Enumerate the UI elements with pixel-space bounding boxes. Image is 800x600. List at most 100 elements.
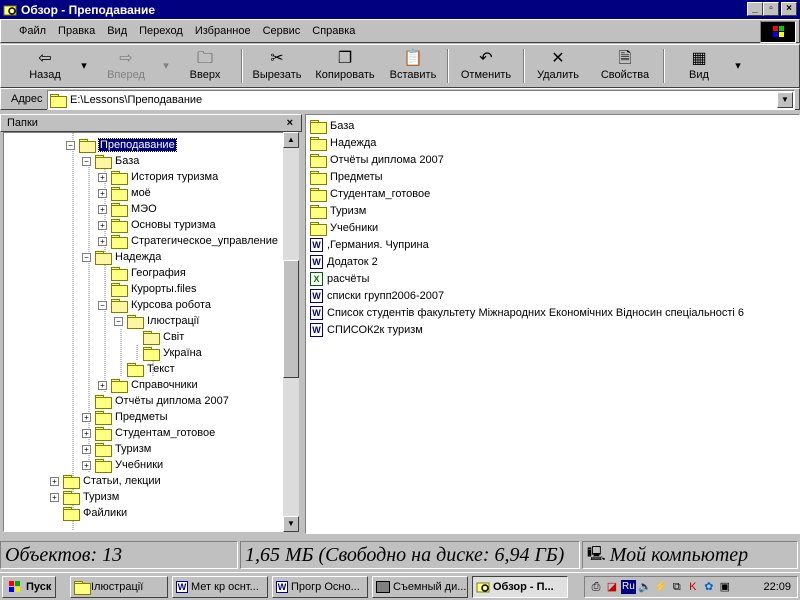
collapse-icon[interactable]: − <box>114 316 123 326</box>
menu-tools[interactable]: Сервис <box>257 25 307 37</box>
tree-node[interactable]: + Туризм <box>82 441 151 457</box>
taskbar-item-word-1[interactable]: W Мет кр оснт... <box>172 576 268 598</box>
expand-icon[interactable]: + <box>98 204 107 214</box>
undo-button[interactable]: ↶ Отменить <box>455 49 517 85</box>
clock[interactable]: 22:09 <box>763 581 791 593</box>
tree-node[interactable]: + Учебники <box>82 457 163 473</box>
title-bar[interactable]: Обзор - Преподавание _ ▫ × <box>0 0 800 19</box>
file-item[interactable]: База <box>310 117 354 134</box>
tree-node[interactable]: + Справочники <box>98 377 198 393</box>
file-list[interactable]: База Надежда Отчёты диплома 2007 Предметы Ст… <box>305 114 800 534</box>
tree-node[interactable]: + Предметы <box>82 409 168 425</box>
view-button[interactable]: ▦ Вид <box>677 49 721 85</box>
tree-node[interactable]: Отчёты диплома 2007 <box>82 393 229 409</box>
menu-edit[interactable]: Правка <box>52 25 101 37</box>
tree-node[interactable]: + История туризма <box>98 169 218 185</box>
file-item[interactable]: Предметы <box>310 168 383 185</box>
expand-icon[interactable]: + <box>50 492 59 502</box>
minimize-button[interactable]: _ <box>747 2 763 16</box>
expand-icon[interactable]: + <box>82 412 91 422</box>
network-icon[interactable]: ⧉ <box>670 580 684 594</box>
close-button[interactable]: × <box>781 2 797 16</box>
tree-node[interactable]: География <box>98 265 186 281</box>
scroll-up-button[interactable]: ▲ <box>283 132 299 148</box>
display-icon[interactable]: ▣ <box>718 580 732 594</box>
collapse-icon[interactable]: − <box>82 252 91 262</box>
file-item[interactable]: Учебники <box>310 219 378 236</box>
tree-node[interactable]: − Курсова робота <box>98 297 211 313</box>
folder-tree[interactable]: − Преподавание − База + История туризма + моё + М… <box>3 132 299 532</box>
collapse-icon[interactable]: − <box>98 300 107 310</box>
address-dropdown-button[interactable]: ▼ <box>777 92 793 108</box>
menu-help[interactable]: Справка <box>306 25 361 37</box>
tree-vertical-scrollbar[interactable]: ▲ ▼ <box>283 132 299 532</box>
menu-file[interactable]: Файл <box>13 25 52 37</box>
file-item[interactable]: W Список студентів факультету Міжнародних… <box>310 304 744 321</box>
tree-node[interactable]: + моё <box>98 185 151 201</box>
back-button[interactable]: ⇦ Назад <box>23 49 67 85</box>
copy-button[interactable]: ❐ Копировать <box>311 49 379 85</box>
tree-node[interactable]: − Преподавание <box>66 137 177 153</box>
scroll-down-button[interactable]: ▼ <box>283 516 299 532</box>
expand-icon[interactable]: + <box>98 236 107 246</box>
tree-node[interactable]: Текст <box>114 361 175 377</box>
file-item[interactable]: Студентам_готовое <box>310 185 430 202</box>
tree-node[interactable]: + Основы туризма <box>98 217 216 233</box>
taskbar-item-illustrations[interactable]: Ілюстрації <box>70 576 168 598</box>
tree-node[interactable]: + Стратегическое_управление <box>98 233 278 249</box>
printer-icon[interactable]: ⎙ <box>589 580 603 594</box>
collapse-icon[interactable]: − <box>66 140 75 150</box>
menu-favorites[interactable]: Избранное <box>189 25 257 37</box>
folders-close-button[interactable]: × <box>287 117 293 129</box>
properties-button[interactable]: 🗎 Свойства <box>595 49 655 85</box>
menu-go[interactable]: Переход <box>133 25 189 37</box>
tree-node[interactable]: Файлики <box>50 505 127 521</box>
cut-button[interactable]: ✂ Вырезать <box>249 49 305 85</box>
menu-view[interactable]: Вид <box>101 25 133 37</box>
file-item[interactable]: Отчёты диплома 2007 <box>310 151 444 168</box>
file-item[interactable]: Надежда <box>310 134 376 151</box>
volume-icon[interactable]: 🔈 <box>638 580 652 594</box>
expand-icon[interactable]: + <box>50 476 59 486</box>
file-item[interactable]: Туризм <box>310 202 366 219</box>
expand-icon[interactable]: + <box>82 444 91 454</box>
language-indicator[interactable]: Ru <box>621 580 636 594</box>
expand-icon[interactable]: + <box>82 428 91 438</box>
scroll-thumb[interactable] <box>283 260 299 378</box>
tree-node[interactable]: − Надежда <box>82 249 161 265</box>
taskbar-item-removable-disk[interactable]: Съемный ди... <box>372 576 468 598</box>
file-item[interactable]: W СПИСОК2к туризм <box>310 321 423 338</box>
taskbar-item-word-2[interactable]: W Прогр Осно... <box>272 576 368 598</box>
kaspersky-icon[interactable]: K <box>686 580 700 594</box>
scheduler-icon[interactable]: ⚡ <box>654 580 668 594</box>
expand-icon[interactable]: + <box>98 380 107 390</box>
messenger-icon[interactable]: ✿ <box>702 580 716 594</box>
collapse-icon[interactable]: − <box>82 156 91 166</box>
file-item[interactable]: W ,Германия. Чуприна <box>310 236 429 253</box>
tree-node[interactable]: + Студентам_готовое <box>82 425 215 441</box>
tree-node[interactable]: − Ілюстрації <box>114 313 199 329</box>
expand-icon[interactable]: + <box>98 220 107 230</box>
tree-node[interactable]: + Статьи, лекции <box>50 473 161 489</box>
tree-node[interactable]: Курорты.files <box>98 281 196 297</box>
file-item[interactable]: Wсписки групп2006-2007 <box>310 287 444 304</box>
maximize-button[interactable]: ▫ <box>763 2 779 16</box>
tree-node[interactable]: + Туризм <box>50 489 119 505</box>
expand-icon[interactable]: + <box>98 172 107 182</box>
taskbar-item-explorer[interactable]: Обзор - П... <box>472 576 568 598</box>
file-item[interactable]: W Додаток 2 <box>310 253 378 270</box>
tree-node[interactable]: Світ <box>130 329 184 345</box>
address-input[interactable]: E:\Lessons\Преподавание ▼ <box>47 90 795 110</box>
forward-button[interactable]: ⇨ Вперед <box>101 49 151 85</box>
antivirus-icon[interactable]: ◪ <box>605 580 619 594</box>
delete-button[interactable]: ✕ Удалить <box>531 49 585 85</box>
tree-node[interactable]: + МЭО <box>98 201 157 217</box>
expand-icon[interactable]: + <box>82 460 91 470</box>
paste-button[interactable]: 📋 Вставить <box>385 49 441 85</box>
expand-icon[interactable]: + <box>98 188 107 198</box>
tree-node[interactable]: − База <box>82 153 139 169</box>
tree-node[interactable]: Україна <box>130 345 202 361</box>
file-item[interactable]: Xрасчёты <box>310 270 369 287</box>
start-button[interactable]: Пуск <box>2 576 56 598</box>
up-button[interactable]: 🗀 Вверх <box>183 49 227 85</box>
